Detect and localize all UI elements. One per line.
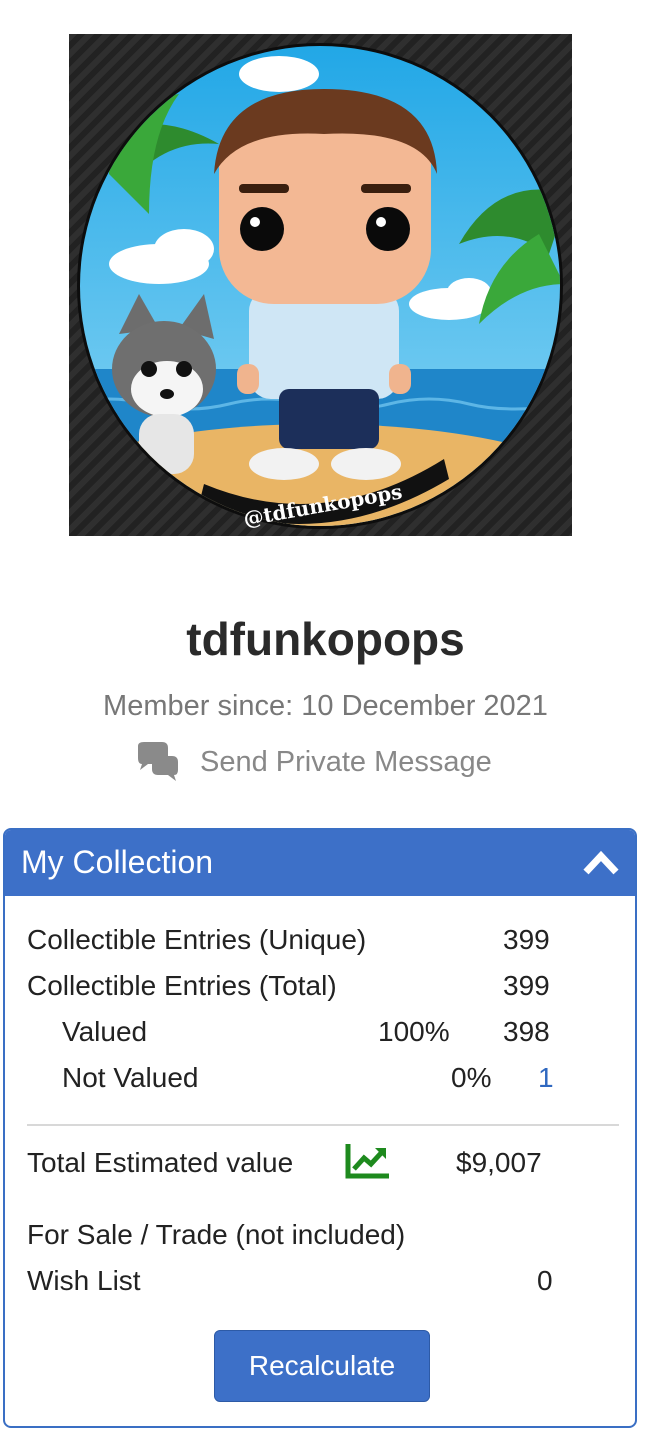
unique-entries-label: Collectible Entries (Unique) — [27, 924, 367, 955]
collection-divider — [27, 1124, 619, 1126]
profile-avatar: @tdfunkopops — [69, 34, 572, 536]
collection-panel-title: My Collection — [21, 844, 214, 880]
member-since-text: Member since: 10 December 2021 — [103, 690, 548, 722]
valued-percent: 100% — [378, 1016, 450, 1047]
total-entries-value: 399 — [503, 970, 550, 1001]
estimated-value-amount: $9,007 — [456, 1147, 542, 1178]
chat-bubbles-icon — [138, 742, 178, 781]
wish-list-label: Wish List — [27, 1265, 141, 1296]
valued-label: Valued — [62, 1016, 148, 1047]
my-collection-panel: My Collection Collectible Entries (Uniqu… — [3, 828, 637, 1428]
valued-value: 398 — [503, 1016, 550, 1047]
not-valued-value-link[interactable]: 1 — [538, 1062, 554, 1094]
estimated-value-label: Total Estimated value — [27, 1147, 294, 1178]
profile-username: tdfunkopops — [186, 613, 465, 665]
not-valued-label: Not Valued — [62, 1062, 199, 1093]
not-valued-percent: 0% — [451, 1062, 492, 1093]
send-private-message-label: Send Private Message — [200, 745, 492, 778]
unique-entries-value: 399 — [503, 924, 550, 955]
wish-list-value: 0 — [537, 1265, 553, 1296]
avatar-illustration: @tdfunkopops — [77, 43, 563, 531]
trending-up-icon[interactable] — [345, 1141, 391, 1179]
chevron-up-icon[interactable] — [583, 848, 619, 878]
collection-panel-header[interactable]: My Collection — [5, 830, 635, 896]
recalculate-button[interactable]: Recalculate — [214, 1330, 430, 1402]
total-entries-label: Collectible Entries (Total) — [27, 970, 337, 1001]
send-private-message-link[interactable]: Send Private Message — [134, 740, 514, 784]
for-sale-trade-label: For Sale / Trade (not included) — [27, 1219, 406, 1250]
